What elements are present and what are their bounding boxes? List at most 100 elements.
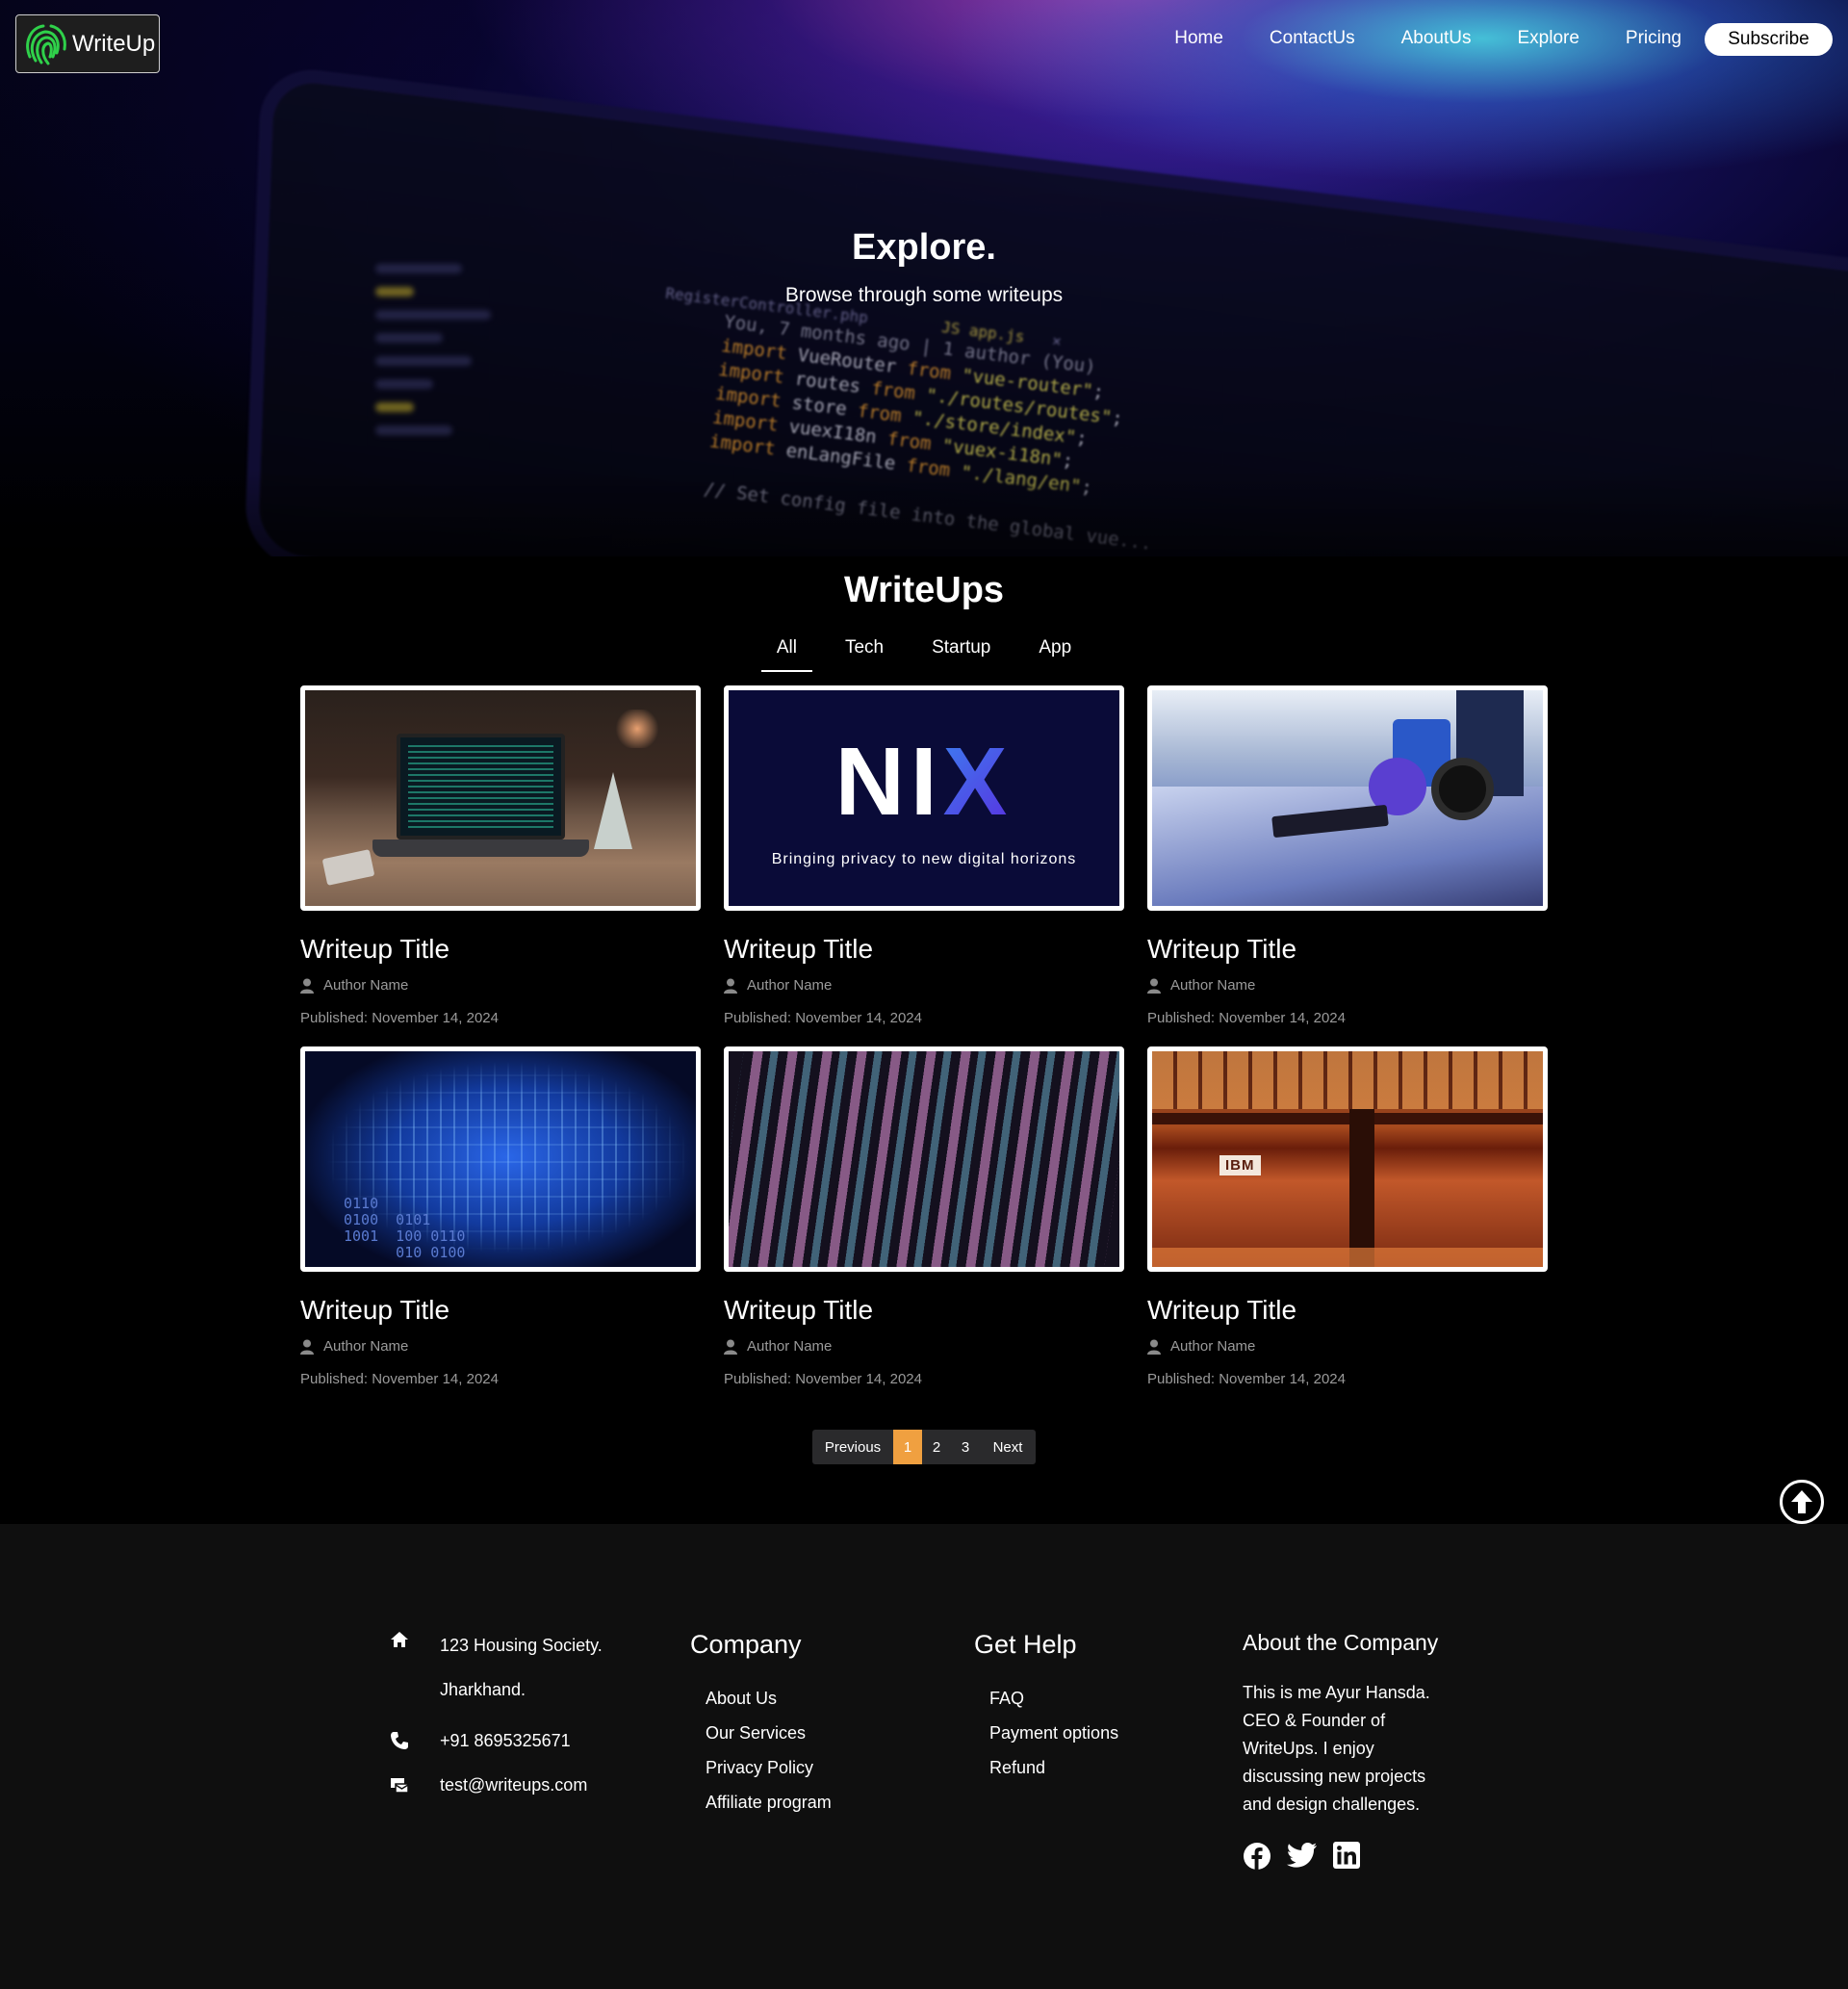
facebook-icon[interactable] xyxy=(1243,1842,1271,1871)
address-line-2: Jharkhand. xyxy=(440,1680,526,1699)
address-line-1: 123 Housing Society. xyxy=(440,1636,603,1655)
writeup-title[interactable]: Writeup Title xyxy=(724,934,1124,965)
writeup-title[interactable]: Writeup Title xyxy=(300,1295,701,1326)
writeup-title[interactable]: Writeup Title xyxy=(1147,1295,1548,1326)
nav-explore[interactable]: Explore xyxy=(1518,28,1579,49)
about-text: This is me Ayur Hansda. CEO & Founder of… xyxy=(1243,1683,1430,1814)
writeup-author: Author Name xyxy=(1147,977,1548,994)
pagination-page-2[interactable]: 2 xyxy=(922,1430,951,1464)
tab-startup[interactable]: Startup xyxy=(916,635,1006,672)
user-icon xyxy=(1147,1339,1161,1355)
twitter-icon[interactable] xyxy=(1287,1842,1318,1871)
nav-home[interactable]: Home xyxy=(1174,28,1223,49)
nav-pricing[interactable]: Pricing xyxy=(1626,28,1681,49)
arrow-up-icon xyxy=(1791,1490,1812,1513)
writeup-card[interactable]: IBM Writeup Title Author Name Published:… xyxy=(1147,1046,1548,1408)
email-address[interactable]: test@writeups.com xyxy=(440,1775,587,1795)
footer-link-refund[interactable]: Refund xyxy=(989,1758,1118,1778)
author-name: Author Name xyxy=(323,977,409,994)
binary-digits: 0110 0100 0101 1001 100 0110 010 0100 xyxy=(344,1195,466,1261)
footer-link-about-us[interactable]: About Us xyxy=(706,1689,832,1709)
footer-link-faq[interactable]: FAQ xyxy=(989,1689,1118,1709)
ibm-sign: IBM xyxy=(1219,1155,1261,1175)
home-icon xyxy=(391,1632,408,1647)
writeups-title: WriteUps xyxy=(843,570,1005,610)
published-date: Published: November 14, 2024 xyxy=(1147,1371,1346,1387)
address-row: 123 Housing Society. Jharkhand. xyxy=(390,1631,603,1700)
writeup-author: Author Name xyxy=(300,1338,701,1355)
linkedin-icon[interactable] xyxy=(1333,1842,1360,1871)
nix-tagline: Bringing privacy to new digital horizons xyxy=(771,851,1077,867)
tab-app[interactable]: App xyxy=(1023,635,1087,672)
main-nav: Home ContactUs AboutUs Explore Pricing S… xyxy=(1174,21,1848,56)
author-name: Author Name xyxy=(1170,1338,1256,1355)
writeup-card[interactable]: Writeup Title Author Name Published: Nov… xyxy=(724,1046,1124,1408)
published-date: Published: November 14, 2024 xyxy=(300,1371,499,1387)
writeup-logo[interactable]: WriteUp xyxy=(15,14,160,73)
nav-contact-us[interactable]: ContactUs xyxy=(1270,28,1355,49)
pagination-previous[interactable]: Previous xyxy=(812,1430,893,1464)
pagination-page-1[interactable]: 1 xyxy=(893,1430,922,1464)
published-date: Published: November 14, 2024 xyxy=(1147,1010,1346,1026)
footer-link-affiliate-program[interactable]: Affiliate program xyxy=(706,1793,832,1813)
writeup-card[interactable]: Writeup Title Author Name Published: Nov… xyxy=(1147,685,1548,1046)
company-heading: Company xyxy=(690,1630,802,1659)
user-icon xyxy=(724,978,737,994)
footer-link-our-services[interactable]: Our Services xyxy=(706,1723,832,1744)
hero-title: Explore. xyxy=(852,227,996,268)
footer-about: About the Company This is me Ayur Hansda… xyxy=(1243,1630,1454,1871)
nav-about-us[interactable]: AboutUs xyxy=(1401,28,1472,49)
pagination-page-3[interactable]: 3 xyxy=(951,1430,980,1464)
user-icon xyxy=(300,978,314,994)
writeup-author: Author Name xyxy=(724,977,1124,994)
published-date: Published: November 14, 2024 xyxy=(724,1371,922,1387)
pagination: Previous 1 2 3 Next xyxy=(812,1430,1036,1464)
nix-logo: NIX xyxy=(834,728,1014,836)
email-row: test@writeups.com xyxy=(390,1775,603,1799)
hero-subtitle: Browse through some writeups xyxy=(784,284,1064,306)
user-icon xyxy=(300,1339,314,1355)
footer-link-payment-options[interactable]: Payment options xyxy=(989,1723,1118,1744)
published-date: Published: November 14, 2024 xyxy=(724,1010,922,1026)
writeup-thumbnail-laptop[interactable] xyxy=(300,685,701,911)
tab-all[interactable]: All xyxy=(760,635,813,672)
footer-contact: 123 Housing Society. Jharkhand. +91 8695… xyxy=(390,1631,603,1799)
published-date: Published: November 14, 2024 xyxy=(300,1010,499,1026)
writeup-title[interactable]: Writeup Title xyxy=(300,934,701,965)
writeup-author: Author Name xyxy=(724,1338,1124,1355)
footer-get-help: Get Help FAQ Payment options Refund xyxy=(974,1630,1118,1793)
user-icon xyxy=(1147,978,1161,994)
writeup-card[interactable]: 0110 0100 0101 1001 100 0110 010 0100 Wr… xyxy=(300,1046,701,1408)
author-name: Author Name xyxy=(323,1338,409,1355)
writeups-grid: Writeup Title Author Name Published: Nov… xyxy=(300,685,1548,1408)
get-help-heading: Get Help xyxy=(974,1630,1077,1659)
logo-text: WriteUp xyxy=(72,30,156,57)
scroll-to-top-button[interactable] xyxy=(1780,1480,1824,1524)
phone-row: +91 8695325671 xyxy=(390,1731,603,1755)
tab-tech[interactable]: Tech xyxy=(830,635,899,672)
author-name: Author Name xyxy=(1170,977,1256,994)
writeup-title[interactable]: Writeup Title xyxy=(1147,934,1548,965)
author-name: Author Name xyxy=(747,1338,833,1355)
user-icon xyxy=(724,1339,737,1355)
author-name: Author Name xyxy=(747,977,833,994)
footer-link-privacy-policy[interactable]: Privacy Policy xyxy=(706,1758,832,1778)
mail-icon xyxy=(391,1778,409,1794)
about-heading: About the Company xyxy=(1243,1630,1439,1655)
writeup-thumbnail-circuit-brain[interactable]: 0110 0100 0101 1001 100 0110 010 0100 xyxy=(300,1046,701,1272)
writeup-card[interactable]: Writeup Title Author Name Published: Nov… xyxy=(300,685,701,1046)
writeup-thumbnail-headphones[interactable] xyxy=(1147,685,1548,911)
pagination-next[interactable]: Next xyxy=(980,1430,1036,1464)
category-tabs: All Tech Startup App xyxy=(0,635,1848,672)
writeup-thumbnail-nix[interactable]: NIX Bringing privacy to new digital hori… xyxy=(724,685,1124,911)
writeup-thumbnail-building[interactable] xyxy=(724,1046,1124,1272)
writeup-author: Author Name xyxy=(300,977,701,994)
writeup-card[interactable]: NIX Bringing privacy to new digital hori… xyxy=(724,685,1124,1046)
hero-banner: RegisterController.php JS app.js × You, … xyxy=(0,0,1848,556)
writeup-title[interactable]: Writeup Title xyxy=(724,1295,1124,1326)
phone-icon xyxy=(391,1732,408,1749)
writeup-thumbnail-ibm-office[interactable]: IBM xyxy=(1147,1046,1548,1272)
footer: 123 Housing Society. Jharkhand. +91 8695… xyxy=(0,1524,1848,1989)
phone-number[interactable]: +91 8695325671 xyxy=(440,1731,571,1751)
subscribe-button[interactable]: Subscribe xyxy=(1705,23,1833,56)
